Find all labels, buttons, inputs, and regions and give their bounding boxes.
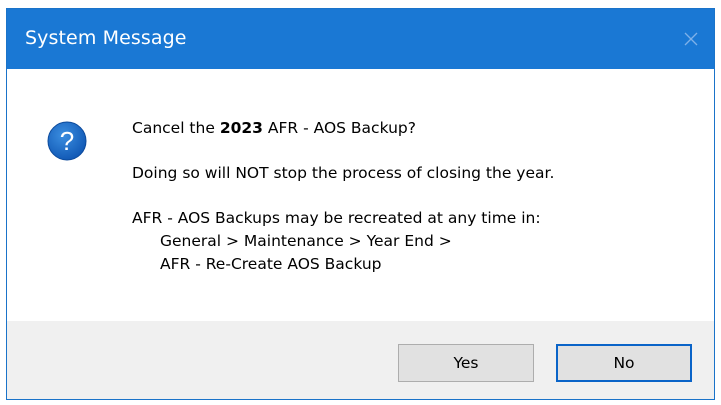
message-line-3: AFR - AOS Backups may be recreated at an…: [132, 209, 541, 227]
title-bar[interactable]: System Message: [7, 9, 714, 69]
button-bar: Yes No: [7, 321, 714, 399]
message-line-1: Cancel the 2023 AFR - AOS Backup?: [132, 119, 416, 137]
no-button[interactable]: No: [556, 344, 692, 382]
svg-text:?: ?: [60, 126, 74, 156]
yes-button[interactable]: Yes: [398, 344, 534, 382]
year-value: 2023: [219, 119, 263, 137]
dialog-window: System Message ? Cancel the 2023 AFR - A…: [6, 8, 715, 400]
close-icon: [684, 32, 698, 46]
message-line-5: AFR - Re-Create AOS Backup: [160, 255, 382, 273]
dialog-content: ? Cancel the 2023 AFR - AOS Backup? Doin…: [7, 69, 714, 324]
message-text: Cancel the 2023 AFR - AOS Backup? Doing …: [132, 117, 554, 276]
message-line-4: General > Maintenance > Year End >: [160, 232, 452, 250]
message-line-2: Doing so will NOT stop the process of cl…: [132, 164, 555, 182]
question-icon: ?: [47, 121, 87, 161]
window-title: System Message: [25, 27, 187, 49]
close-button[interactable]: [668, 9, 714, 69]
